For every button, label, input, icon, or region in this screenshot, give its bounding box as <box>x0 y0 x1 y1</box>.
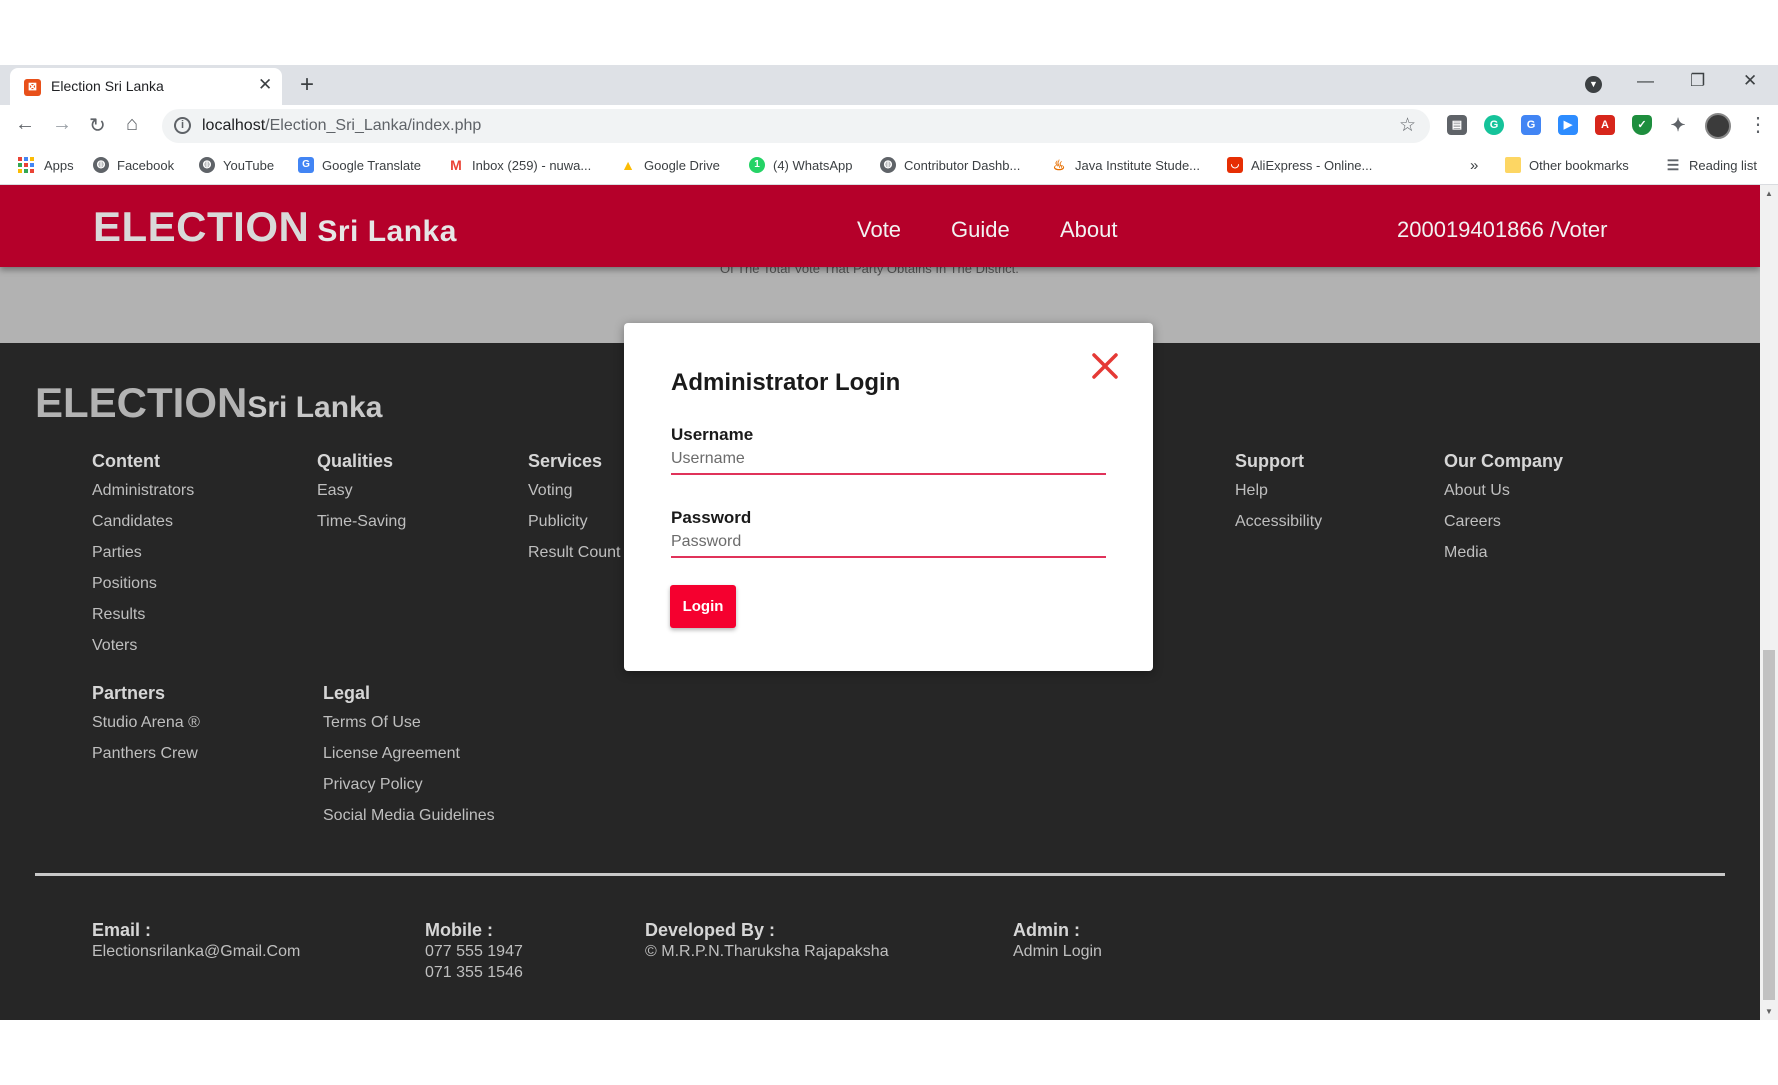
back-icon[interactable]: ← <box>15 113 35 136</box>
tab-search-icon[interactable]: ▼ <box>1585 76 1602 93</box>
bookmarks-overflow-button[interactable]: » <box>1470 155 1478 175</box>
bookmark-contributor[interactable]: ◍ Contributor Dashb... <box>880 155 1020 175</box>
other-bookmarks[interactable]: Other bookmarks <box>1505 155 1629 175</box>
minimize-icon[interactable]: — <box>1637 71 1654 91</box>
page-viewport: Of The Total Vote That Party Obtains In … <box>0 185 1778 1020</box>
home-icon[interactable]: ⌂ <box>126 113 138 136</box>
modal-title: Administrator Login <box>671 369 901 396</box>
whatsapp-icon: 1 <box>749 157 765 173</box>
folder-icon <box>1505 157 1521 173</box>
browser-menu-icon[interactable]: ⋮ <box>1748 112 1768 137</box>
password-input[interactable] <box>671 528 1106 558</box>
bookmark-google-translate[interactable]: G Google Translate <box>298 155 421 175</box>
site-info-icon[interactable]: i <box>174 117 191 134</box>
scroll-up-icon[interactable]: ▲ <box>1765 189 1773 198</box>
url-text: localhost/Election_Sri_Lanka/index.php <box>202 117 482 134</box>
grammarly-icon[interactable]: G <box>1484 115 1504 135</box>
globe-icon: ◍ <box>880 157 896 173</box>
zoom-icon[interactable]: ▶ <box>1558 115 1578 135</box>
scrollbar-thumb[interactable] <box>1763 650 1775 1000</box>
bookmark-aliexpress[interactable]: ◡ AliExpress - Online... <box>1227 155 1372 175</box>
acrobat-icon[interactable]: A <box>1595 115 1615 135</box>
shield-icon[interactable]: ✓ <box>1632 115 1652 135</box>
browser-tab[interactable]: ⊠ Election Sri Lanka ✕ <box>10 68 282 105</box>
browser-toolbar: ← → ↻ ⌂ i localhost/Election_Sri_Lanka/i… <box>0 105 1778 147</box>
apps-grid-icon <box>18 157 34 173</box>
gmail-icon: M <box>450 157 462 173</box>
bookmark-whatsapp[interactable]: 1 (4) WhatsApp <box>749 155 852 175</box>
globe-icon: ◍ <box>93 157 109 173</box>
close-window-icon[interactable]: ✕ <box>1743 71 1757 91</box>
page-scrollbar[interactable]: ▲ ▼ <box>1760 185 1778 1020</box>
username-label: Username <box>671 425 754 444</box>
password-label: Password <box>671 508 752 527</box>
bookmark-apps[interactable]: Apps <box>18 155 74 175</box>
bookmark-gmail[interactable]: M Inbox (259) - nuwa... <box>448 155 591 175</box>
reading-list[interactable]: ☰ Reading list <box>1665 155 1757 175</box>
admin-login-modal: Administrator Login Username Password Lo… <box>624 323 1153 671</box>
bookmarks-bar: Apps ◍ Facebook ◍ YouTube G Google Translat… <box>0 147 1778 185</box>
extensions-puzzle-icon[interactable]: ✦ <box>1668 115 1688 135</box>
close-icon[interactable] <box>1090 351 1120 381</box>
profile-avatar[interactable] <box>1705 113 1731 139</box>
bookmark-star-icon[interactable]: ☆ <box>1399 114 1416 137</box>
bookmark-youtube[interactable]: ◍ YouTube <box>199 155 274 175</box>
bookmark-google-drive[interactable]: ▲ Google Drive <box>620 155 720 175</box>
new-tab-button[interactable]: + <box>300 71 314 99</box>
browser-tabstrip: ⊠ Election Sri Lanka ✕ + ▼ — ❐ ✕ <box>0 65 1778 105</box>
reading-list-icon: ☰ <box>1666 157 1680 173</box>
username-input[interactable] <box>671 445 1106 475</box>
google-translate-icon[interactable]: G <box>1521 115 1541 135</box>
reload-icon[interactable]: ↻ <box>89 113 106 138</box>
aliexpress-icon: ◡ <box>1227 157 1243 173</box>
xampp-icon: ⊠ <box>24 79 41 96</box>
restore-icon[interactable]: ❐ <box>1690 71 1705 91</box>
forward-icon[interactable]: → <box>52 113 72 136</box>
java-icon: ♨ <box>1052 157 1066 173</box>
screen: ⊠ Election Sri Lanka ✕ + ▼ — ❐ ✕ ← → ↻ ⌂… <box>0 0 1778 1085</box>
address-bar[interactable]: i localhost/Election_Sri_Lanka/index.php… <box>162 109 1430 143</box>
bookmark-facebook[interactable]: ◍ Facebook <box>93 155 174 175</box>
scroll-down-icon[interactable]: ▼ <box>1765 1007 1773 1016</box>
login-button[interactable]: Login <box>670 585 736 628</box>
tab-title: Election Sri Lanka <box>51 78 164 94</box>
translate-icon: G <box>298 157 314 173</box>
reader-extension-icon[interactable]: ▤ <box>1447 115 1467 135</box>
globe-icon: ◍ <box>199 157 215 173</box>
bookmark-java-institute[interactable]: ♨ Java Institute Stude... <box>1051 155 1200 175</box>
drive-icon: ▲ <box>621 157 635 173</box>
close-tab-icon[interactable]: ✕ <box>258 75 272 95</box>
